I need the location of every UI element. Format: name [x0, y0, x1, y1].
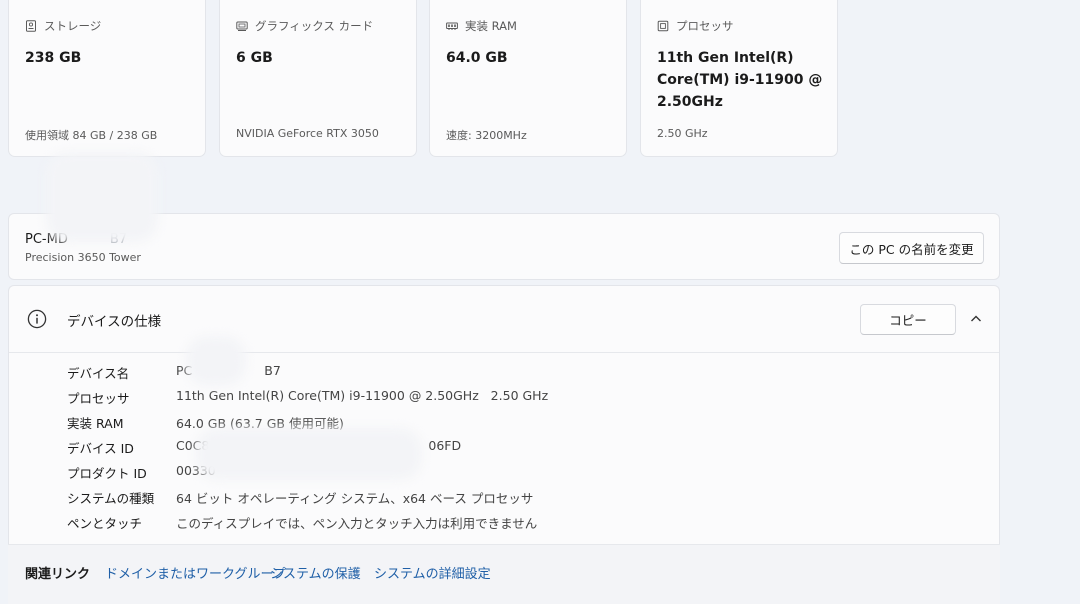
redaction-blur: [186, 336, 246, 386]
chevron-up-icon[interactable]: [969, 312, 983, 326]
graphics-card-icon: [236, 21, 248, 31]
system-protection-link[interactable]: システムの保護: [270, 563, 361, 582]
spec-value-system-type: 64 ビット オペレーティング システム、x64 ベース プロセッサ: [176, 491, 534, 506]
device-specs-header[interactable]: デバイスの仕様 コピー: [9, 286, 999, 353]
spec-label-device-id: デバイス ID: [67, 441, 134, 456]
graphics-card-value: 6 GB: [236, 50, 273, 66]
graphics-card-header: グラフィックス カード: [236, 18, 373, 34]
pc-model: Precision 3650 Tower: [25, 251, 141, 264]
device-specs-title: デバイスの仕様: [67, 314, 162, 330]
spec-label-product-id: プロダクト ID: [67, 466, 147, 481]
processor-value: 11th Gen Intel(R) Core(TM) i9-11900 @ 2.…: [657, 50, 823, 110]
ram-card[interactable]: 実装 RAM 64.0 GB 速度: 3200MHz: [429, 0, 627, 157]
info-icon: [27, 309, 47, 329]
rename-pc-button[interactable]: この PC の名前を変更: [839, 232, 984, 264]
spec-value-processor: 11th Gen Intel(R) Core(TM) i9-11900 @ 2.…: [176, 388, 549, 403]
redaction-blur: [46, 152, 158, 242]
storage-card-header: ストレージ: [25, 18, 101, 34]
graphics-card-model: NVIDIA GeForce RTX 3050: [236, 127, 379, 140]
graphics-card[interactable]: グラフィックス カード 6 GB NVIDIA GeForce RTX 3050: [219, 0, 417, 157]
storage-value: 238 GB: [25, 50, 82, 66]
processor-label: プロセッサ: [676, 19, 734, 33]
domain-workgroup-link[interactable]: ドメインまたはワークグループ: [105, 563, 286, 582]
spec-label-ram: 実装 RAM: [67, 416, 124, 431]
device-specs-panel: デバイスの仕様 コピー デバイス名 PC B7 プロセッサ 11th Gen In…: [8, 285, 1000, 555]
related-links-title: 関連リンク: [25, 567, 91, 582]
ram-label: 実装 RAM: [465, 19, 517, 33]
ram-card-header: 実装 RAM: [446, 18, 517, 34]
redaction-blur: [196, 428, 422, 480]
spec-label-processor: プロセッサ: [67, 391, 130, 406]
related-links-bar: 関連リンク ドメインまたはワークグループ システムの保護 システムの詳細設定: [8, 544, 1000, 604]
ram-icon: [446, 22, 458, 30]
spec-label-system-type: システムの種類: [67, 491, 155, 506]
advanced-system-settings-link[interactable]: システムの詳細設定: [374, 563, 491, 582]
storage-label: ストレージ: [44, 19, 102, 33]
spec-label-pen-touch: ペンとタッチ: [67, 516, 143, 531]
spec-value-pen-touch: このディスプレイでは、ペン入力とタッチ入力は利用できません: [176, 516, 538, 531]
processor-speed: 2.50 GHz: [657, 127, 708, 140]
ram-value: 64.0 GB: [446, 50, 508, 66]
processor-card-header: プロセッサ: [657, 18, 734, 34]
copy-button[interactable]: コピー: [860, 304, 956, 335]
storage-card[interactable]: ストレージ 238 GB 使用領域 84 GB / 238 GB: [8, 0, 206, 157]
ram-speed: 速度: 3200MHz: [446, 129, 527, 142]
processor-card[interactable]: プロセッサ 11th Gen Intel(R) Core(TM) i9-1190…: [640, 0, 838, 157]
processor-icon: [657, 20, 669, 32]
graphics-card-label: グラフィックス カード: [255, 19, 374, 33]
storage-icon: [26, 20, 36, 32]
storage-usage: 使用領域 84 GB / 238 GB: [25, 129, 158, 142]
spec-label-device-name: デバイス名: [67, 366, 130, 381]
